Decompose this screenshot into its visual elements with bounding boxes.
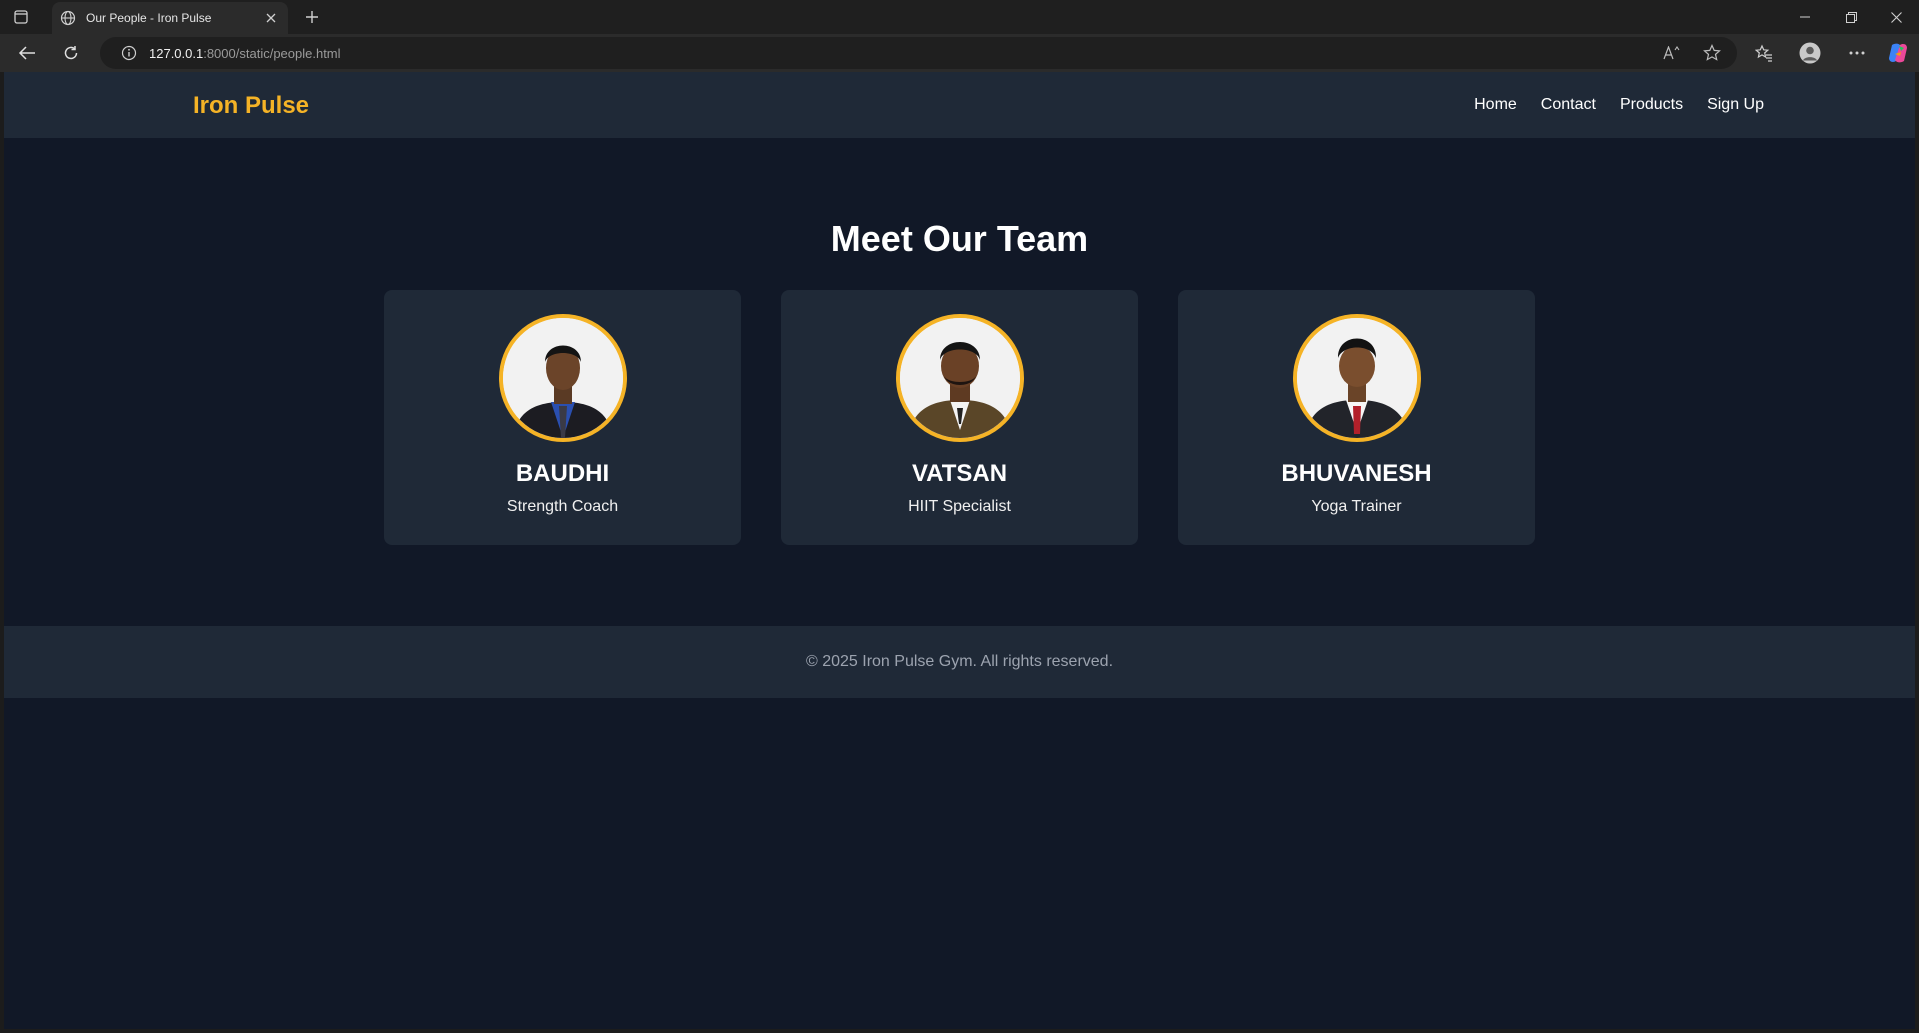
page-title: Meet Our Team (830, 218, 1089, 259)
nav-link-home[interactable]: Home (1474, 96, 1517, 114)
profile-avatar-icon[interactable] (1796, 39, 1824, 67)
site-navbar: Iron Pulse Home Contact Products Sign Up (4, 72, 1915, 138)
url-text: 127.0.0.1:8000/static/people.html (149, 46, 341, 61)
nav-link-sign-up[interactable]: Sign Up (1707, 96, 1764, 114)
site-footer: © 2025 Iron Pulse Gym. All rights reserv… (4, 626, 1915, 698)
nav-link-contact[interactable]: Contact (1541, 96, 1596, 114)
team-member-role: Yoga Trainer (1311, 498, 1402, 515)
minimize-icon[interactable] (1782, 0, 1828, 34)
team-card: BAUDHI Strength Coach (384, 290, 741, 545)
close-window-icon[interactable] (1873, 0, 1919, 34)
address-bar[interactable]: 127.0.0.1:8000/static/people.html (100, 37, 1737, 69)
team-member-photo (895, 314, 1024, 442)
site-info-icon[interactable] (113, 37, 145, 69)
nav-link-products[interactable]: Products (1620, 96, 1683, 114)
browser-tab-active[interactable]: Our People - Iron Pulse (52, 2, 288, 34)
copyright-text: © 2025 Iron Pulse Gym. All rights reserv… (805, 653, 1114, 670)
team-member-name: BHUVANESH (1281, 460, 1432, 487)
team-member-photo (1292, 314, 1421, 442)
team-member-photo (498, 314, 627, 442)
brand-logo[interactable]: Iron Pulse (193, 92, 309, 120)
team-card: VATSAN HIIT Specialist (781, 290, 1138, 545)
back-icon[interactable] (13, 39, 41, 67)
team-card: BHUVANESH Yoga Trainer (1178, 290, 1535, 545)
tab-actions-icon[interactable] (12, 8, 30, 26)
browser-toolbar: 127.0.0.1:8000/static/people.html (0, 34, 1919, 72)
read-aloud-icon[interactable] (1658, 39, 1686, 67)
team-member-role: HIIT Specialist (908, 498, 1011, 515)
copilot-icon[interactable] (1884, 39, 1912, 67)
tab-title: Our People - Iron Pulse (86, 11, 212, 25)
nav-links: Home Contact Products Sign Up (1474, 96, 1764, 114)
close-tab-icon[interactable] (258, 5, 284, 31)
more-options-icon[interactable] (1843, 39, 1871, 67)
favorites-icon[interactable] (1750, 39, 1778, 67)
team-member-name: BAUDHI (515, 460, 610, 487)
browser-tab-bar: Our People - Iron Pulse (0, 0, 1919, 34)
new-tab-icon[interactable] (298, 5, 326, 29)
restore-icon[interactable] (1828, 0, 1874, 34)
page-viewport: Iron Pulse Home Contact Products Sign Up… (4, 72, 1915, 1029)
url-path: :8000/static/people.html (203, 45, 341, 61)
favorite-star-icon[interactable] (1698, 39, 1726, 67)
refresh-icon[interactable] (57, 39, 85, 67)
url-host: 127.0.0.1 (149, 45, 204, 61)
globe-icon (59, 9, 77, 27)
team-cards: BAUDHI Strength Coach VATSAN HIIT Specia… (384, 290, 1535, 545)
team-member-role: Strength Coach (506, 498, 619, 515)
team-member-name: VATSAN (911, 460, 1008, 487)
